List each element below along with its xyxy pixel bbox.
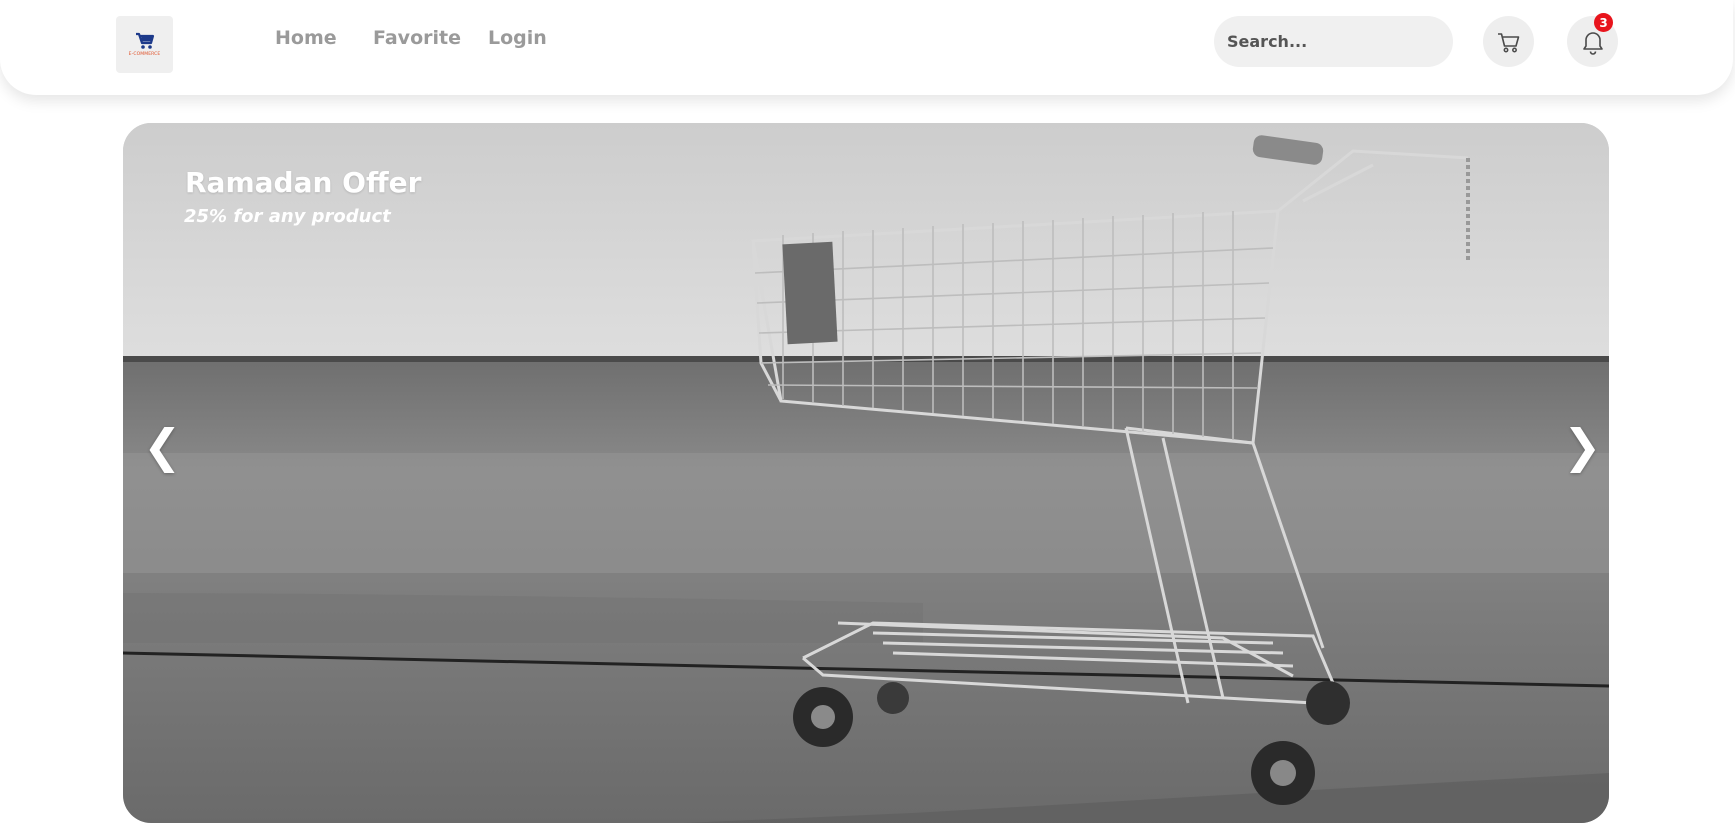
logo-text: E-COMMERCE (128, 52, 161, 57)
nav-link-favorite[interactable]: Favorite (373, 27, 461, 49)
nav-link-login[interactable]: Login (488, 27, 547, 49)
logo[interactable]: E-COMMERCE (116, 16, 173, 73)
notification-badge: 3 (1594, 13, 1613, 32)
hero-subtitle: 25% for any product (184, 206, 391, 227)
navbar: E-COMMERCE Home Favorite Login 3 (0, 0, 1733, 95)
search-input[interactable] (1214, 16, 1453, 67)
cart-button[interactable] (1483, 16, 1534, 67)
hero-title: Ramadan Offer (185, 166, 422, 199)
nav-link-home[interactable]: Home (275, 27, 337, 49)
carousel-next-button[interactable]: ❯ (1563, 423, 1602, 469)
shopping-cart-photo (123, 123, 1609, 823)
cart-icon (135, 32, 154, 49)
cart-icon (1497, 32, 1519, 52)
carousel-prev-button[interactable]: ❮ (143, 423, 182, 469)
hero-carousel: Ramadan Offer 25% for any product ❮ ❯ (123, 123, 1609, 823)
